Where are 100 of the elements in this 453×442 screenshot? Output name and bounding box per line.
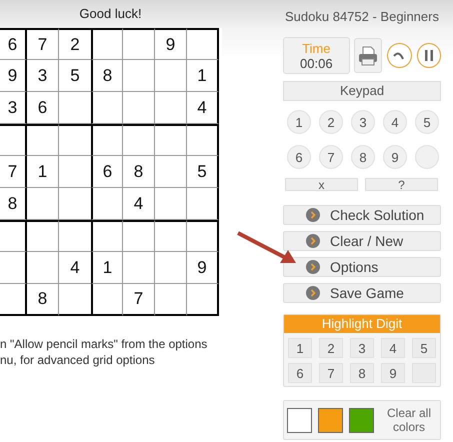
grid-cell[interactable]: 6: [91, 156, 123, 188]
grid-cell[interactable]: [27, 220, 59, 252]
grid-cell[interactable]: 2: [59, 28, 91, 60]
timer-label: Time: [302, 40, 330, 56]
highlight-key[interactable]: 5: [412, 338, 436, 358]
grid-cell[interactable]: 8: [123, 156, 155, 188]
grid-cell[interactable]: [0, 220, 27, 252]
grid-cell[interactable]: 8: [0, 188, 27, 220]
digit-key[interactable]: 5: [415, 110, 439, 134]
grid-cell[interactable]: 8: [27, 284, 59, 316]
grid-cell[interactable]: 3: [27, 60, 59, 92]
grid-cell[interactable]: [155, 60, 187, 92]
grid-cell[interactable]: [0, 252, 27, 284]
printer-icon: [356, 44, 379, 66]
grid-cell[interactable]: [27, 124, 59, 156]
grid-cell[interactable]: [187, 188, 219, 220]
action-button[interactable]: Options: [283, 257, 441, 277]
digit-key[interactable]: 1: [287, 110, 311, 134]
grid-cell[interactable]: 5: [59, 60, 91, 92]
color-swatch[interactable]: [287, 408, 312, 432]
color-swatch[interactable]: [349, 408, 374, 432]
digit-key[interactable]: 8: [351, 145, 375, 169]
pause-button[interactable]: [416, 43, 441, 68]
digit-key[interactable]: 2: [319, 110, 343, 134]
grid-cell[interactable]: 6: [0, 28, 27, 60]
grid-cell[interactable]: 4: [123, 188, 155, 220]
grid-cell[interactable]: 1: [187, 60, 219, 92]
grid-cell[interactable]: 1: [27, 156, 59, 188]
action-button[interactable]: Clear / New: [283, 231, 441, 251]
grid-cell[interactable]: 9: [0, 60, 27, 92]
digit-key[interactable]: 3: [351, 110, 375, 134]
grid-cell[interactable]: [0, 284, 27, 316]
grid-cell[interactable]: [91, 220, 123, 252]
keypad-key[interactable]: ?: [365, 178, 438, 191]
grid-cell[interactable]: [0, 124, 27, 156]
highlight-key[interactable]: 8: [350, 363, 374, 383]
grid-cell[interactable]: [59, 220, 91, 252]
grid-cell[interactable]: 4: [187, 92, 219, 124]
grid-cell[interactable]: 9: [155, 28, 187, 60]
grid-cell[interactable]: [27, 252, 59, 284]
grid-cell[interactable]: [123, 252, 155, 284]
digit-key[interactable]: 6: [287, 145, 311, 169]
grid-cell[interactable]: [187, 28, 219, 60]
print-button[interactable]: [354, 38, 382, 73]
grid-cell[interactable]: [155, 284, 187, 316]
highlight-key[interactable]: 4: [381, 338, 405, 358]
action-button[interactable]: Save Game: [283, 283, 441, 303]
grid-cell[interactable]: 9: [187, 252, 219, 284]
grid-cell[interactable]: [91, 124, 123, 156]
highlight-header: Highlight Digit: [284, 315, 440, 333]
grid-cell[interactable]: 6: [27, 92, 59, 124]
grid-cell[interactable]: [155, 188, 187, 220]
grid-cell[interactable]: [155, 92, 187, 124]
grid-cell[interactable]: [155, 156, 187, 188]
highlight-key[interactable]: 1: [288, 338, 312, 358]
action-button[interactable]: Check Solution: [283, 205, 441, 225]
digit-key[interactable]: 4: [383, 110, 407, 134]
grid-cell[interactable]: 7: [0, 156, 27, 188]
digit-key[interactable]: 7: [319, 145, 343, 169]
color-swatch[interactable]: [318, 408, 343, 432]
chevron-icon: [306, 208, 320, 222]
grid-cell[interactable]: [155, 124, 187, 156]
grid-cell[interactable]: [155, 252, 187, 284]
grid-cell[interactable]: [123, 124, 155, 156]
grid-cell[interactable]: [123, 60, 155, 92]
highlight-key[interactable]: 3: [350, 338, 374, 358]
timer-value: 00:06: [300, 56, 333, 70]
grid-cell[interactable]: [155, 220, 187, 252]
undo-icon: [393, 50, 406, 60]
grid-cell[interactable]: 3: [0, 92, 27, 124]
grid-cell[interactable]: 7: [123, 284, 155, 316]
highlight-key[interactable]: 9: [381, 363, 405, 383]
grid-cell[interactable]: [187, 284, 219, 316]
grid-cell[interactable]: 8: [91, 60, 123, 92]
grid-cell[interactable]: [91, 188, 123, 220]
highlight-key[interactable]: 7: [319, 363, 343, 383]
grid-cell[interactable]: [59, 124, 91, 156]
highlight-key[interactable]: 6: [288, 363, 312, 383]
pause-icon: [424, 50, 433, 61]
keypad-key[interactable]: x: [285, 178, 358, 191]
grid-cell[interactable]: [123, 28, 155, 60]
undo-button[interactable]: [387, 43, 412, 68]
grid-cell[interactable]: [27, 188, 59, 220]
grid-cell[interactable]: [187, 220, 219, 252]
highlight-key[interactable]: 2: [319, 338, 343, 358]
arrow-drawing: [236, 230, 298, 266]
digit-key[interactable]: 9: [383, 145, 407, 169]
grid-cell[interactable]: [91, 284, 123, 316]
grid-cell[interactable]: 4: [59, 252, 91, 284]
grid-cell[interactable]: [91, 92, 123, 124]
grid-cell[interactable]: [91, 28, 123, 60]
keypad-header: Keypad: [283, 81, 441, 101]
grid-cell[interactable]: [187, 124, 219, 156]
grid-cell[interactable]: [123, 220, 155, 252]
grid-cell[interactable]: 5: [187, 156, 219, 188]
grid-cell[interactable]: 1: [91, 252, 123, 284]
hint-text: nu, for advanced grid options: [0, 352, 155, 368]
clear-colors-button[interactable]: Clear all colors: [384, 406, 434, 434]
grid-cell[interactable]: 7: [27, 28, 59, 60]
grid-cell[interactable]: [123, 92, 155, 124]
